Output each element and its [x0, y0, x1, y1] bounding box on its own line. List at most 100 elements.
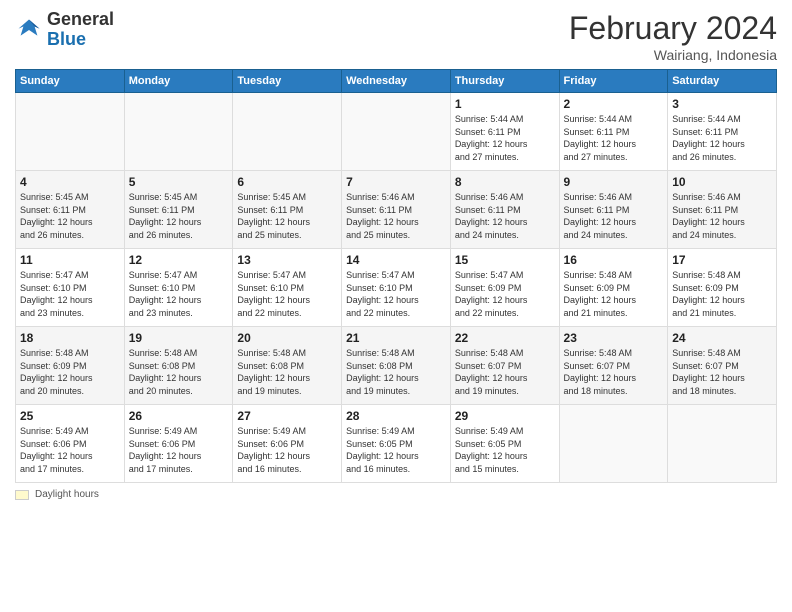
day-number: 5 — [129, 175, 229, 189]
location-subtitle: Wairiang, Indonesia — [569, 47, 777, 63]
calendar-cell: 26 Sunrise: 5:49 AM Sunset: 6:06 PM Dayli… — [124, 405, 233, 483]
day-info: Sunrise: 5:47 AM Sunset: 6:10 PM Dayligh… — [346, 269, 446, 319]
day-info: Sunrise: 5:45 AM Sunset: 6:11 PM Dayligh… — [237, 191, 337, 241]
calendar-cell: 19Sunrise: 5:48 AM Sunset: 6:08 PM Dayli… — [124, 327, 233, 405]
day-info: Sunrise: 5:44 AM Sunset: 6:11 PM Dayligh… — [455, 113, 555, 163]
calendar-cell: 20 Sunrise: 5:48 AM Sunset: 6:08 PM Dayli… — [233, 327, 342, 405]
day-info: Sunrise: 5:48 AM Sunset: 6:07 PM Dayligh… — [672, 347, 772, 397]
page-header: General Blue February 2024 Wairiang, Ind… — [15, 10, 777, 63]
day-info: Sunrise: 5:49 AM Sunset: 6:05 PM Dayligh… — [455, 425, 555, 475]
calendar-cell: 9 Sunrise: 5:46 AM Sunset: 6:11 PM Daylig… — [559, 171, 668, 249]
calendar-week-1: 1 Sunrise: 5:44 AM Sunset: 6:11 PM Daylig… — [16, 93, 777, 171]
day-info: Sunrise: 5:46 AM Sunset: 6:11 PM Dayligh… — [672, 191, 772, 241]
day-info: Sunrise: 5:49 AM Sunset: 6:06 PM Dayligh… — [20, 425, 120, 475]
day-info: Sunrise: 5:49 AM Sunset: 6:05 PM Dayligh… — [346, 425, 446, 475]
day-number: 15 — [455, 253, 555, 267]
calendar-cell: 17Sunrise: 5:48 AM Sunset: 6:09 PM Dayli… — [668, 249, 777, 327]
day-number: 26 — [129, 409, 229, 423]
day-number: 16 — [564, 253, 664, 267]
calendar-cell: 11 Sunrise: 5:47 AM Sunset: 6:10 PM Dayli… — [16, 249, 125, 327]
calendar-cell — [668, 405, 777, 483]
day-info: Sunrise: 5:48 AM Sunset: 6:09 PM Dayligh… — [672, 269, 772, 319]
calendar-cell: 24 Sunrise: 5:48 AM Sunset: 6:07 PM Dayli… — [668, 327, 777, 405]
column-headers: Sunday Monday Tuesday Wednesday Thursday… — [16, 70, 777, 93]
day-number: 10 — [672, 175, 772, 189]
calendar-cell: 27 Sunrise: 5:49 AM Sunset: 6:06 PM Dayli… — [233, 405, 342, 483]
calendar-week-2: 4 Sunrise: 5:45 AM Sunset: 6:11 PM Daylig… — [16, 171, 777, 249]
day-number: 1 — [455, 97, 555, 111]
day-number: 29 — [455, 409, 555, 423]
calendar-cell: 23Sunrise: 5:48 AM Sunset: 6:07 PM Dayli… — [559, 327, 668, 405]
day-number: 20 — [237, 331, 337, 345]
calendar-cell: 8Sunrise: 5:46 AM Sunset: 6:11 PM Daylig… — [450, 171, 559, 249]
col-tuesday: Tuesday — [233, 70, 342, 93]
calendar-cell — [124, 93, 233, 171]
calendar-cell: 16 Sunrise: 5:48 AM Sunset: 6:09 PM Dayli… — [559, 249, 668, 327]
calendar-cell: 1 Sunrise: 5:44 AM Sunset: 6:11 PM Daylig… — [450, 93, 559, 171]
day-info: Sunrise: 5:44 AM Sunset: 6:11 PM Dayligh… — [564, 113, 664, 163]
calendar-week-4: 18Sunrise: 5:48 AM Sunset: 6:09 PM Dayli… — [16, 327, 777, 405]
calendar-week-3: 11 Sunrise: 5:47 AM Sunset: 6:10 PM Dayli… — [16, 249, 777, 327]
calendar-cell: 12 Sunrise: 5:47 AM Sunset: 6:10 PM Dayli… — [124, 249, 233, 327]
day-info: Sunrise: 5:48 AM Sunset: 6:08 PM Dayligh… — [237, 347, 337, 397]
day-number: 4 — [20, 175, 120, 189]
legend-box — [15, 490, 29, 500]
col-thursday: Thursday — [450, 70, 559, 93]
day-info: Sunrise: 5:46 AM Sunset: 6:11 PM Dayligh… — [455, 191, 555, 241]
day-number: 7 — [346, 175, 446, 189]
day-info: Sunrise: 5:44 AM Sunset: 6:11 PM Dayligh… — [672, 113, 772, 163]
legend-label: Daylight hours — [35, 489, 99, 500]
calendar-table: Sunday Monday Tuesday Wednesday Thursday… — [15, 69, 777, 483]
calendar-cell: 13 Sunrise: 5:47 AM Sunset: 6:10 PM Dayli… — [233, 249, 342, 327]
col-saturday: Saturday — [668, 70, 777, 93]
day-info: Sunrise: 5:48 AM Sunset: 6:07 PM Dayligh… — [455, 347, 555, 397]
day-number: 2 — [564, 97, 664, 111]
calendar-cell: 4 Sunrise: 5:45 AM Sunset: 6:11 PM Daylig… — [16, 171, 125, 249]
day-number: 12 — [129, 253, 229, 267]
day-number: 28 — [346, 409, 446, 423]
day-number: 13 — [237, 253, 337, 267]
calendar-cell: 10 Sunrise: 5:46 AM Sunset: 6:11 PM Dayli… — [668, 171, 777, 249]
col-monday: Monday — [124, 70, 233, 93]
day-number: 23 — [564, 331, 664, 345]
col-wednesday: Wednesday — [342, 70, 451, 93]
calendar-cell — [16, 93, 125, 171]
day-number: 24 — [672, 331, 772, 345]
calendar-week-5: 25 Sunrise: 5:49 AM Sunset: 6:06 PM Dayli… — [16, 405, 777, 483]
calendar-cell: 21Sunrise: 5:48 AM Sunset: 6:08 PM Dayli… — [342, 327, 451, 405]
legend: Daylight hours — [15, 489, 777, 500]
logo: General Blue — [15, 10, 114, 50]
calendar-cell: 22Sunrise: 5:48 AM Sunset: 6:07 PM Dayli… — [450, 327, 559, 405]
day-info: Sunrise: 5:47 AM Sunset: 6:10 PM Dayligh… — [129, 269, 229, 319]
day-info: Sunrise: 5:45 AM Sunset: 6:11 PM Dayligh… — [20, 191, 120, 241]
calendar-cell — [342, 93, 451, 171]
day-number: 18 — [20, 331, 120, 345]
day-number: 27 — [237, 409, 337, 423]
calendar-cell — [233, 93, 342, 171]
day-info: Sunrise: 5:47 AM Sunset: 6:10 PM Dayligh… — [237, 269, 337, 319]
col-sunday: Sunday — [16, 70, 125, 93]
col-friday: Friday — [559, 70, 668, 93]
day-number: 25 — [20, 409, 120, 423]
day-info: Sunrise: 5:45 AM Sunset: 6:11 PM Dayligh… — [129, 191, 229, 241]
day-number: 6 — [237, 175, 337, 189]
title-block: February 2024 Wairiang, Indonesia — [569, 10, 777, 63]
day-number: 14 — [346, 253, 446, 267]
calendar-cell: 25 Sunrise: 5:49 AM Sunset: 6:06 PM Dayli… — [16, 405, 125, 483]
day-info: Sunrise: 5:47 AM Sunset: 6:10 PM Dayligh… — [20, 269, 120, 319]
calendar-cell: 2 Sunrise: 5:44 AM Sunset: 6:11 PM Daylig… — [559, 93, 668, 171]
day-info: Sunrise: 5:46 AM Sunset: 6:11 PM Dayligh… — [564, 191, 664, 241]
day-number: 11 — [20, 253, 120, 267]
day-info: Sunrise: 5:49 AM Sunset: 6:06 PM Dayligh… — [237, 425, 337, 475]
logo-icon — [15, 16, 43, 44]
calendar-cell: 28 Sunrise: 5:49 AM Sunset: 6:05 PM Dayli… — [342, 405, 451, 483]
calendar-cell: 3Sunrise: 5:44 AM Sunset: 6:11 PM Daylig… — [668, 93, 777, 171]
day-info: Sunrise: 5:49 AM Sunset: 6:06 PM Dayligh… — [129, 425, 229, 475]
day-number: 9 — [564, 175, 664, 189]
calendar-cell: 18Sunrise: 5:48 AM Sunset: 6:09 PM Dayli… — [16, 327, 125, 405]
day-info: Sunrise: 5:48 AM Sunset: 6:09 PM Dayligh… — [564, 269, 664, 319]
day-info: Sunrise: 5:48 AM Sunset: 6:08 PM Dayligh… — [129, 347, 229, 397]
calendar-cell: 29 Sunrise: 5:49 AM Sunset: 6:05 PM Dayli… — [450, 405, 559, 483]
logo-text: General Blue — [47, 10, 114, 50]
calendar-cell: 6 Sunrise: 5:45 AM Sunset: 6:11 PM Daylig… — [233, 171, 342, 249]
